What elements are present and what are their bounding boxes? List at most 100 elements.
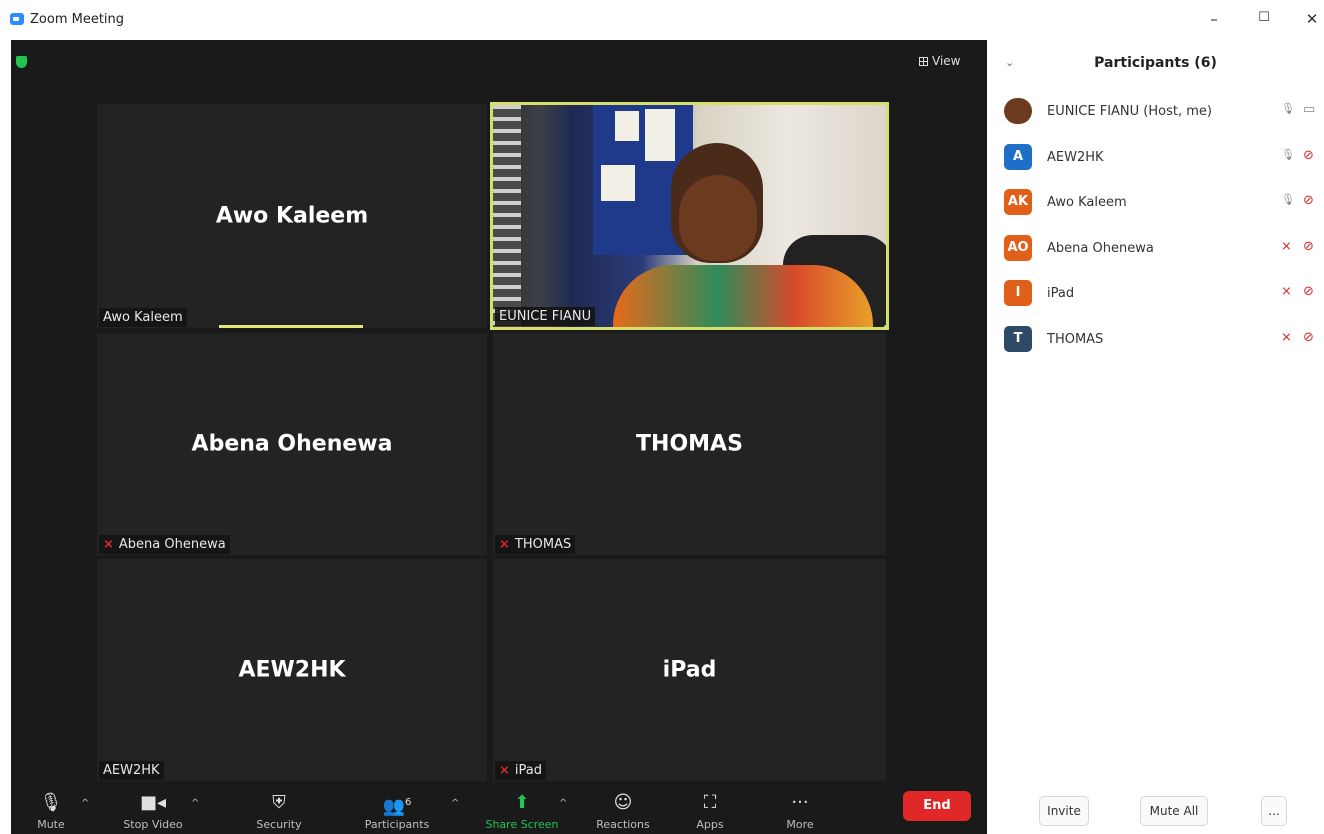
reactions-label: Reactions: [596, 818, 650, 831]
invite-button[interactable]: Invite: [1039, 796, 1089, 826]
share-screen-icon: ⬆: [514, 792, 530, 813]
tile-name-label: ⨯ THOMAS: [495, 535, 576, 554]
more-button[interactable]: ··· More: [775, 792, 825, 831]
tile-label-text: THOMAS: [514, 537, 572, 552]
mic-icon[interactable]: 🎙: [1281, 193, 1295, 206]
mic-icon[interactable]: 🎙: [1281, 148, 1295, 161]
video-tile-ipad[interactable]: iPad ⨯ iPad: [493, 559, 886, 781]
stop-video-button[interactable]: ■◂ Stop Video: [113, 792, 193, 831]
participant-clothing: [613, 265, 873, 327]
tile-display-name: iPad: [662, 657, 717, 683]
tile-label-text: Awo Kaleem: [103, 310, 183, 325]
security-button[interactable]: ⛨ Security: [249, 792, 309, 831]
participants-button[interactable]: 👥6 Participants: [357, 792, 437, 831]
meeting-toolbar: 🎙 Mute ^ ■◂ Stop Video ^ ⛨ Security 👥6 P…: [11, 790, 987, 834]
participant-row[interactable]: AO Abena Ohenewa ⨯ ⊘: [987, 231, 1324, 267]
view-label: View: [932, 54, 961, 68]
video-tile-abena-ohenewa[interactable]: Abena Ohenewa ⨯ Abena Ohenewa: [97, 333, 487, 555]
speaking-indicator: [219, 325, 363, 328]
mic-muted-icon[interactable]: ⨯: [1281, 330, 1292, 345]
mic-muted-icon[interactable]: ⨯: [1281, 239, 1292, 254]
participant-row[interactable]: IiPad ⨯ ⊘: [987, 276, 1324, 312]
meeting-video-area: View Awo Kaleem Awo Kaleem EUNICE FIANU …: [11, 40, 987, 834]
tile-label-text: EUNICE FIANU: [499, 309, 592, 324]
tile-display-name: AEW2HK: [238, 657, 346, 683]
participants-count: 6: [405, 797, 412, 808]
share-screen-button[interactable]: ⬆ Share Screen: [477, 792, 567, 831]
muted-mic-icon: ⨯: [499, 763, 510, 778]
participant-row[interactable]: EUNICE FIANU (Host, me) 🎙 ▭: [987, 94, 1324, 130]
more-label: More: [786, 818, 814, 831]
minimize-button[interactable]: –: [1204, 10, 1224, 28]
tile-label-text: Abena Ohenewa: [118, 537, 226, 552]
panel-header: ⌄ Participants (6): [987, 40, 1324, 88]
video-tile-awo-kaleem[interactable]: Awo Kaleem Awo Kaleem: [97, 104, 487, 328]
background-shelf: [493, 105, 521, 327]
tile-display-name: Abena Ohenewa: [191, 431, 393, 457]
security-label: Security: [256, 818, 302, 831]
video-tile-thomas[interactable]: THOMAS ⨯ THOMAS: [493, 333, 886, 555]
camera-icon[interactable]: ▭: [1303, 102, 1315, 117]
participant-name: AEW2HK: [1047, 149, 1104, 165]
participant-name: Abena Ohenewa: [1047, 240, 1154, 256]
tile-name-label: ⨯ Abena Ohenewa: [99, 535, 230, 554]
camera-off-icon[interactable]: ⊘: [1303, 148, 1314, 163]
audio-options-caret[interactable]: ^: [81, 798, 89, 809]
reactions-button[interactable]: ☺ Reactions: [587, 792, 659, 831]
view-button[interactable]: View: [919, 54, 960, 68]
window-title: Zoom Meeting: [30, 12, 125, 27]
apps-button[interactable]: ⛶ Apps: [687, 792, 733, 831]
background-paper: [615, 111, 639, 141]
participants-panel: ⌄ Participants (6) EUNICE FIANU (Host, m…: [987, 40, 1324, 834]
video-tile-aew2hk[interactable]: AEW2HK AEW2HK: [97, 559, 487, 781]
background-paper: [645, 109, 675, 161]
title-bar: Zoom Meeting – ☐ ✕: [0, 0, 1324, 40]
tile-display-name: THOMAS: [636, 431, 743, 457]
camera-off-icon[interactable]: ⊘: [1303, 239, 1314, 254]
security-shield-icon: ⛨: [272, 792, 286, 813]
tile-label-text: AEW2HK: [103, 763, 160, 778]
muted-mic-icon: ⨯: [103, 537, 114, 552]
mic-muted-icon[interactable]: ⨯: [1281, 284, 1292, 299]
avatar: T: [1004, 325, 1032, 352]
mute-button[interactable]: 🎙 Mute: [33, 792, 69, 831]
mic-icon[interactable]: 🎙: [1281, 102, 1295, 115]
apps-label: Apps: [696, 818, 724, 831]
panel-more-button[interactable]: ...: [1261, 796, 1287, 826]
tile-label-text: iPad: [514, 763, 542, 778]
close-button[interactable]: ✕: [1302, 10, 1322, 28]
share-screen-label: Share Screen: [485, 818, 559, 831]
grid-icon: [919, 57, 928, 66]
avatar: AO: [1004, 234, 1032, 261]
participant-name: EUNICE FIANU (Host, me): [1047, 104, 1212, 119]
participants-label: Participants: [364, 818, 430, 831]
zoom-logo-icon: [10, 13, 24, 25]
camera-off-icon[interactable]: ⊘: [1303, 330, 1314, 345]
panel-title: Participants (6): [1094, 55, 1217, 71]
tile-display-name: Awo Kaleem: [215, 203, 369, 229]
avatar: I: [1004, 280, 1032, 306]
mute-label: Mute: [37, 818, 65, 831]
tile-name-label: EUNICE FIANU: [495, 307, 596, 326]
participant-face: [679, 175, 757, 261]
end-meeting-button[interactable]: End: [903, 791, 971, 821]
camera-off-icon[interactable]: ⊘: [1303, 193, 1314, 208]
camera-off-icon[interactable]: ⊘: [1303, 284, 1314, 299]
participant-name: iPad: [1047, 286, 1075, 301]
stop-video-label: Stop Video: [123, 818, 183, 831]
video-camera-icon: ■◂: [139, 792, 167, 813]
participant-row[interactable]: A AEW2HK 🎙 ⊘: [987, 140, 1324, 176]
panel-footer: Invite Mute All ...: [987, 784, 1324, 834]
share-options-caret[interactable]: ^: [559, 798, 567, 809]
apps-icon: ⛶: [703, 792, 717, 813]
mute-all-button[interactable]: Mute All: [1140, 796, 1208, 826]
participants-options-caret[interactable]: ^: [451, 798, 459, 809]
avatar: [1004, 98, 1032, 124]
participant-row[interactable]: T THOMAS ⨯ ⊘: [987, 322, 1324, 358]
video-options-caret[interactable]: ^: [191, 798, 199, 809]
tile-name-label: ⨯ iPad: [495, 761, 546, 780]
encryption-shield-icon[interactable]: [16, 56, 27, 68]
participant-row[interactable]: AK Awo Kaleem 🎙 ⊘: [987, 185, 1324, 221]
maximize-button[interactable]: ☐: [1254, 10, 1274, 25]
video-tile-eunice-fianu[interactable]: EUNICE FIANU: [490, 102, 889, 330]
